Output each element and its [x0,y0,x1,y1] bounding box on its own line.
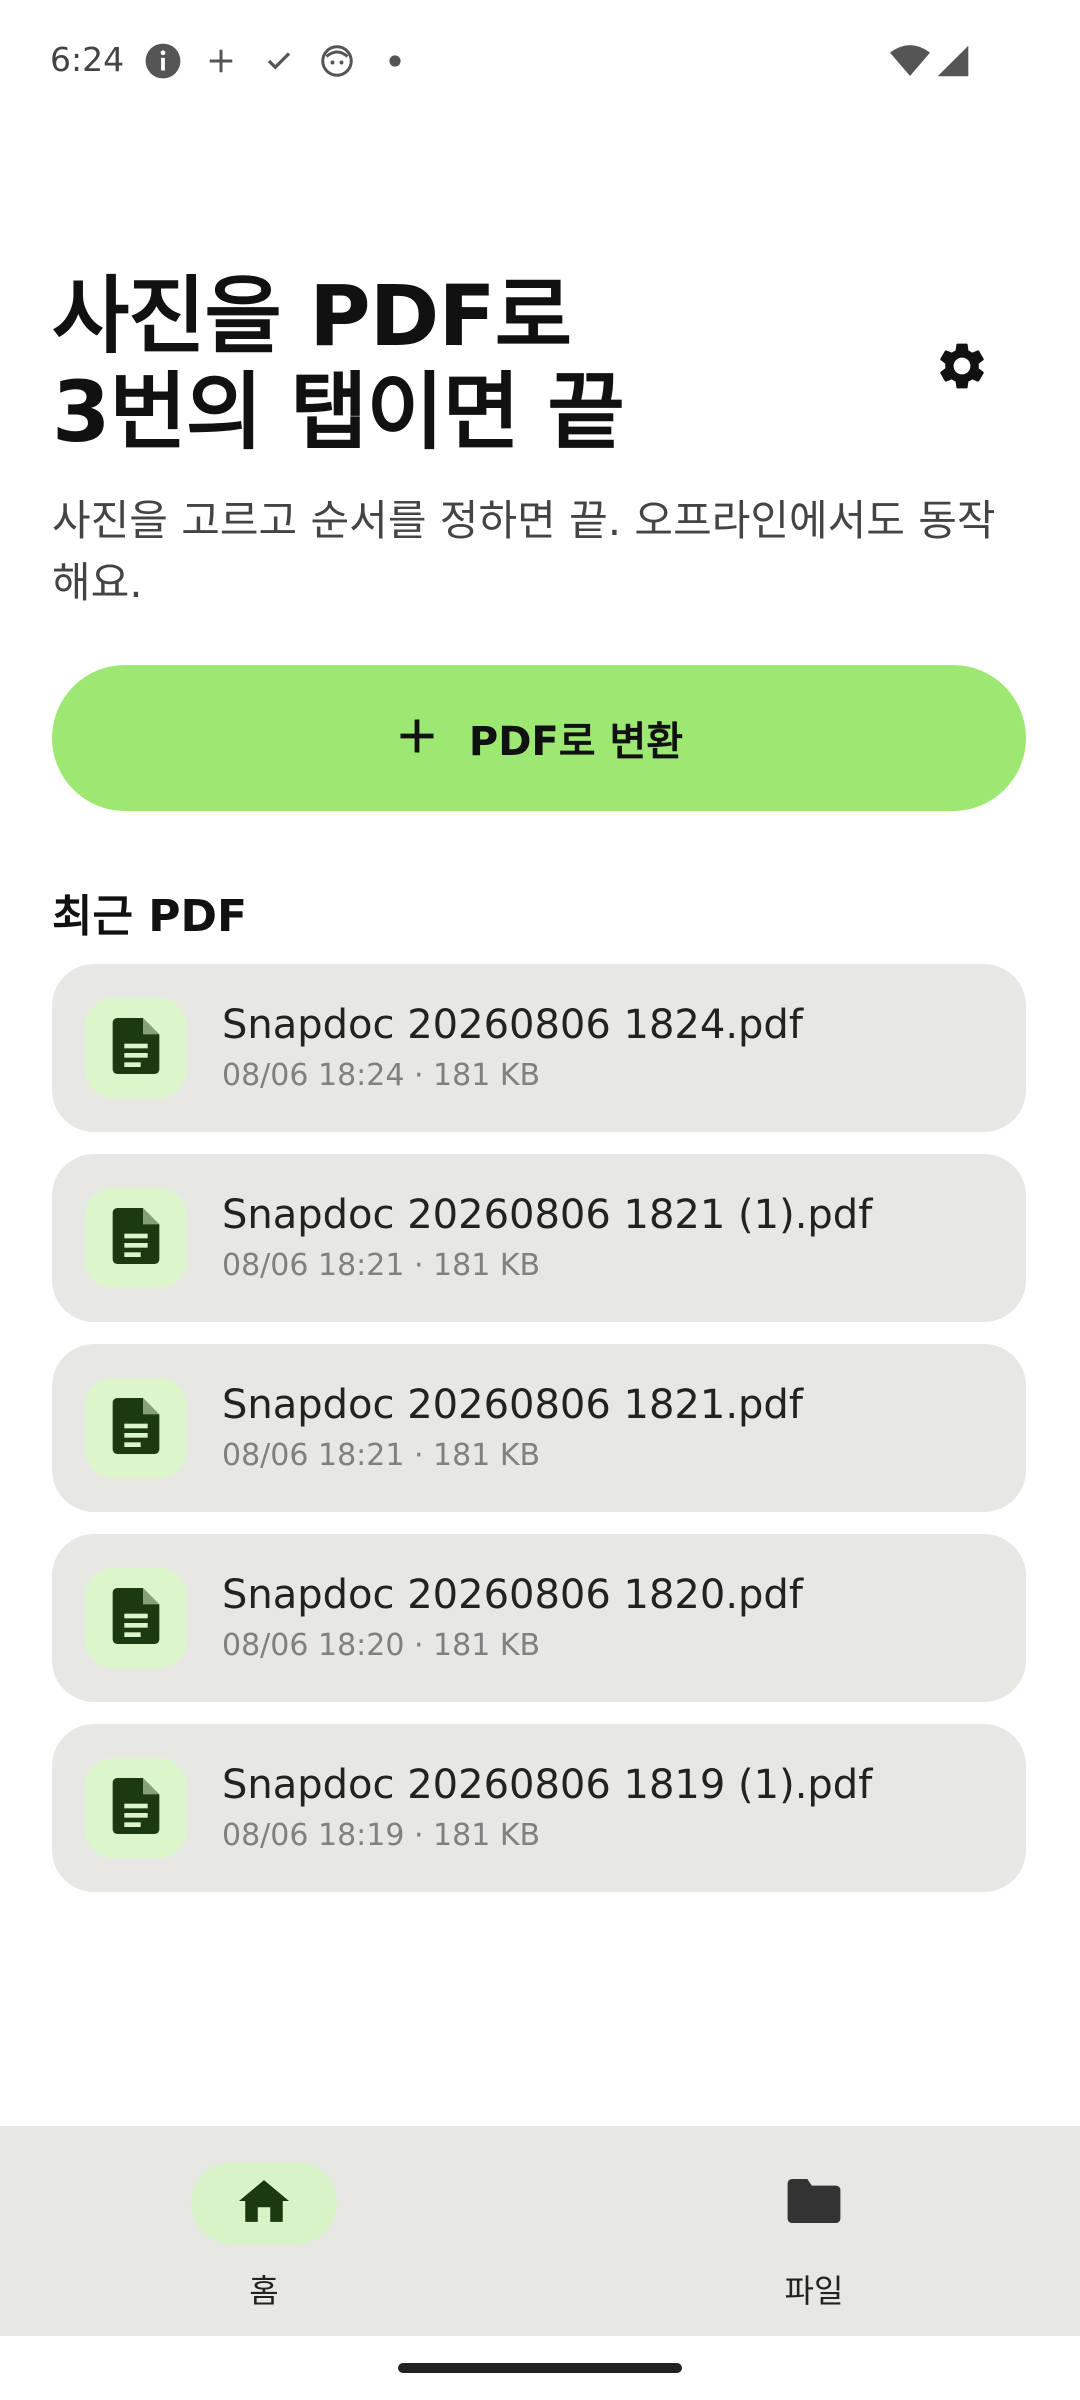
gear-icon [934,338,990,398]
home-icon [239,2178,289,2228]
file-name: Snapdoc 20260806 1821 (1).pdf [222,1192,873,1238]
face-icon [318,42,356,80]
nav-indicator [191,2162,337,2244]
file-name: Snapdoc 20260806 1821.pdf [222,1382,803,1428]
file-icon-tile [85,998,187,1098]
recent-pdf-item[interactable]: Snapdoc 20260806 1820.pdf 08/06 18:20 · … [52,1534,1026,1702]
nav-label-home: 홈 [249,2272,279,2310]
convert-to-pdf-button[interactable]: PDF로 변환 [52,665,1026,811]
convert-button-label: PDF로 변환 [468,719,684,765]
recent-pdf-item[interactable]: Snapdoc 20260806 1821 (1).pdf 08/06 18:2… [52,1154,1026,1322]
plus-icon [202,42,240,80]
file-name: Snapdoc 20260806 1819 (1).pdf [222,1762,873,1808]
status-time: 6:24 [50,40,125,79]
document-icon [112,1588,160,1648]
wifi-icon [890,44,930,82]
nav-item-files[interactable]: 파일 [664,2154,964,2314]
plus-icon [395,714,439,762]
file-meta: 08/06 18:24 · 181 KB [222,1058,541,1093]
status-bar: 6:24 [0,0,1080,128]
file-meta: 08/06 18:19 · 181 KB [222,1818,541,1853]
title-line-2: 3번의 탭이면 끝 [52,363,625,461]
file-icon-tile [85,1758,187,1858]
recent-pdf-item[interactable]: Snapdoc 20260806 1819 (1).pdf 08/06 18:1… [52,1724,1026,1892]
recent-section-title: 최근 PDF [52,891,248,942]
document-icon [112,1208,160,1268]
check-icon [260,42,298,80]
file-name: Snapdoc 20260806 1820.pdf [222,1572,803,1618]
signal-icon [936,44,970,82]
nav-item-home[interactable]: 홈 [114,2154,414,2314]
document-icon [112,1398,160,1458]
gesture-handle[interactable] [398,2363,682,2373]
bottom-navigation: 홈 파일 [0,2126,1080,2336]
info-icon [144,42,182,80]
document-icon [112,1778,160,1838]
status-system-icons [890,44,970,82]
file-icon-tile [85,1378,187,1478]
file-meta: 08/06 18:21 · 181 KB [222,1248,541,1283]
nav-label-files: 파일 [784,2272,844,2310]
page-subtitle: 사진을 고르고 순서를 정하면 끝. 오프라인에서도 동작해요. [52,496,996,607]
recent-pdf-item[interactable]: Snapdoc 20260806 1821.pdf 08/06 18:21 · … [52,1344,1026,1512]
title-line-1: 사진을 PDF로 [52,267,572,365]
page-title: 사진을 PDF로 3번의 탭이면 끝 [52,268,912,460]
file-icon-tile [85,1188,187,1288]
folder-icon [787,2179,841,2227]
file-meta: 08/06 18:21 · 181 KB [222,1438,541,1473]
file-name: Snapdoc 20260806 1824.pdf [222,1002,803,1048]
recent-pdf-list: Snapdoc 20260806 1824.pdf 08/06 18:24 · … [52,964,1026,1914]
document-icon [112,1018,160,1078]
settings-button[interactable] [930,336,994,400]
status-notification-icons [144,42,414,80]
file-icon-tile [85,1568,187,1668]
file-meta: 08/06 18:20 · 181 KB [222,1628,541,1663]
recent-pdf-item[interactable]: Snapdoc 20260806 1824.pdf 08/06 18:24 · … [52,964,1026,1132]
nav-indicator [741,2162,887,2244]
dot-icon [376,42,414,80]
